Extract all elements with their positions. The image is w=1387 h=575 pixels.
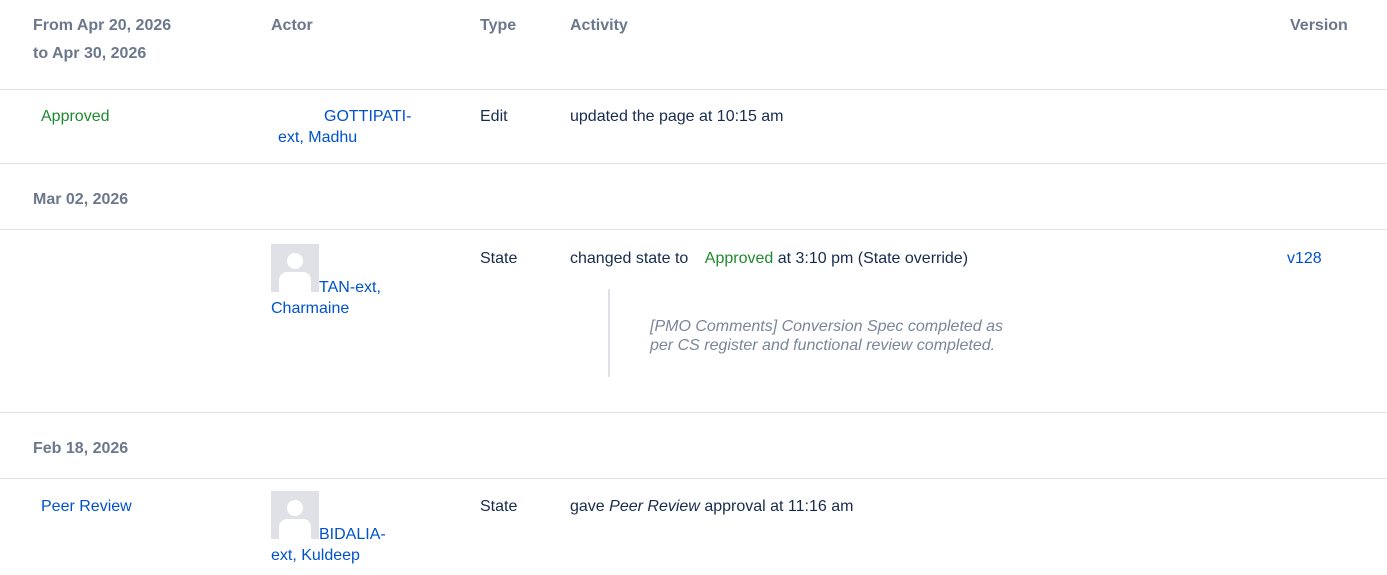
actor-tan[interactable]: TAN-ext, Charmaine (271, 277, 446, 319)
activity-description: gave Peer Review approval at 11:16 am (570, 496, 853, 517)
type-column-header: Type (480, 17, 517, 34)
comment-line2: per CS register and functional review co… (650, 337, 996, 354)
actor-gottipati[interactable]: GOTTIPATI- ext, Madhu (278, 106, 453, 148)
comment-line1: [PMO Comments] Conversion Spec completed… (650, 318, 1004, 335)
divider (0, 478, 1387, 479)
divider (0, 412, 1387, 413)
actor-name-line1[interactable]: BIDALIA- (319, 526, 386, 543)
divider (0, 163, 1387, 164)
actor-bidalia[interactable]: BIDALIA- ext, Kuldeep (271, 524, 446, 566)
group-date-mar-02: Mar 02, 2026 (33, 191, 129, 208)
state-peer-review-label[interactable]: Peer Review (41, 496, 132, 517)
actor-name-line2[interactable]: Charmaine (271, 300, 349, 317)
version-link[interactable]: v128 (1287, 248, 1322, 269)
activity-description: updated the page at 10:15 am (570, 108, 784, 125)
activity-suffix: approval at 11:16 am (704, 498, 854, 515)
date-range-to: to Apr 30, 2026 (33, 45, 147, 62)
activity-prefix: gave (570, 498, 605, 515)
divider (0, 89, 1387, 90)
activity-suffix: at 3:10 pm (State override) (777, 250, 969, 267)
activity-type: State (480, 250, 518, 267)
state-approved-label[interactable]: Approved (41, 106, 110, 127)
version-column-header: Version (1290, 17, 1348, 34)
actor-name-line2[interactable]: ext, Kuldeep (271, 547, 360, 564)
state-approved-label[interactable]: Approved (705, 250, 774, 267)
activity-description: changed state to Approved at 3:10 pm (St… (570, 248, 968, 269)
group-date-feb-18: Feb 18, 2026 (33, 440, 129, 457)
activity-column-header: Activity (570, 17, 628, 34)
activity-type: Edit (480, 108, 508, 125)
actor-name-line2[interactable]: ext, Madhu (278, 129, 357, 146)
date-range-header: From Apr 20, 2026 to Apr 30, 2026 (33, 12, 171, 68)
actor-name-line1[interactable]: GOTTIPATI- (324, 108, 411, 125)
divider (0, 229, 1387, 230)
actor-column-header: Actor (271, 17, 313, 34)
date-range-from: From Apr 20, 2026 (33, 17, 172, 34)
activity-type: State (480, 498, 518, 515)
state-comment: [PMO Comments] Conversion Spec completed… (608, 289, 1170, 377)
actor-name-line1[interactable]: TAN-ext, (319, 279, 381, 296)
activity-prefix: changed state to (570, 250, 689, 267)
activity-state-name: Peer Review (609, 498, 700, 515)
